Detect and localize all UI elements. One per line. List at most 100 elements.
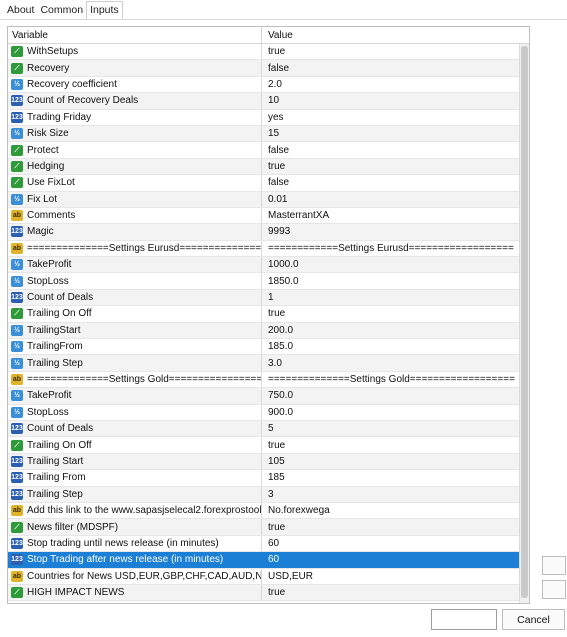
tab-inputs[interactable]: Inputs bbox=[86, 1, 123, 19]
variable-value[interactable]: No.forexwega bbox=[268, 505, 330, 516]
variable-cell[interactable]: ½ TrailingFrom bbox=[8, 339, 262, 355]
variable-cell[interactable]: ⟋ News filter (MDSPF) bbox=[8, 519, 262, 535]
value-cell[interactable]: false bbox=[262, 60, 521, 75]
variable-value[interactable]: 185.0 bbox=[268, 341, 293, 352]
scrollbar-thumb[interactable] bbox=[521, 46, 528, 598]
table-row[interactable]: ½ StopLoss 1850.0 bbox=[8, 273, 521, 290]
variable-cell[interactable]: 123 Trailing Step bbox=[8, 486, 262, 502]
table-row[interactable]: ⟋ WithSetups true bbox=[8, 44, 521, 61]
table-row[interactable]: ⟋ News filter (MDSPF) true bbox=[8, 519, 521, 536]
value-cell[interactable]: true bbox=[262, 437, 521, 452]
value-cell[interactable]: 1 bbox=[262, 290, 521, 305]
table-row[interactable]: 123 Magic 9993 bbox=[8, 224, 521, 241]
value-cell[interactable]: false bbox=[262, 175, 521, 190]
table-row[interactable]: ⟋ Trailing On Off true bbox=[8, 306, 521, 323]
table-row[interactable]: ab ==============Settings Eurusd=========… bbox=[8, 240, 521, 258]
variable-value[interactable]: 185 bbox=[268, 472, 285, 483]
variable-cell[interactable]: ab Comments bbox=[8, 207, 262, 224]
value-cell[interactable]: true bbox=[262, 44, 521, 59]
variable-value[interactable]: 1 bbox=[268, 292, 274, 303]
header-value[interactable]: Value bbox=[262, 27, 529, 43]
variable-cell[interactable]: ½ Trailing Step bbox=[8, 355, 262, 371]
value-cell[interactable]: 15 bbox=[262, 126, 521, 141]
variable-cell[interactable]: ab ==============Settings Eurusd=========… bbox=[8, 240, 262, 257]
variable-cell[interactable]: ab Countries for News USD,EUR,GBP,CHF,CAD… bbox=[8, 568, 262, 584]
value-cell[interactable]: 185.0 bbox=[262, 339, 521, 354]
variable-cell[interactable]: ½ TakeProfit bbox=[8, 388, 262, 404]
variable-cell[interactable]: 123 Count of Recovery Deals bbox=[8, 93, 262, 109]
variable-cell[interactable]: 123 Trailing From bbox=[8, 470, 262, 486]
variable-cell[interactable]: ½ StopLoss bbox=[8, 404, 262, 420]
variable-value[interactable]: 900.0 bbox=[268, 407, 293, 418]
variable-cell[interactable]: ½ Recovery coefficient bbox=[8, 76, 262, 93]
table-row[interactable]: 123 Count of Deals 1 bbox=[8, 289, 521, 307]
table-row[interactable]: 123 Stop Trading after news release (in m… bbox=[8, 552, 521, 569]
tab-about[interactable]: About bbox=[4, 2, 37, 19]
value-cell[interactable]: 5 bbox=[262, 421, 521, 436]
table-row[interactable]: ½ Fix Lot 0.01 bbox=[8, 191, 521, 208]
table-row[interactable]: ⟋ HIGH IMPACT NEWS true bbox=[8, 584, 521, 602]
variable-cell[interactable]: ½ TrailingStart bbox=[8, 322, 262, 339]
variable-value[interactable]: MasterrantXA bbox=[268, 210, 329, 221]
table-row[interactable]: 123 Trailing Start 105 bbox=[8, 453, 521, 471]
value-cell[interactable]: 105 bbox=[262, 454, 521, 469]
variable-cell[interactable]: 123 Trailing Start bbox=[8, 453, 262, 470]
value-cell[interactable]: 1850.0 bbox=[262, 273, 521, 288]
variable-cell[interactable]: ⟋ Trailing On Off bbox=[8, 306, 262, 322]
variable-cell[interactable]: 123 Count of Deals bbox=[8, 420, 262, 437]
value-cell[interactable]: 60 bbox=[262, 536, 521, 551]
value-cell[interactable]: false bbox=[262, 142, 521, 157]
value-cell[interactable]: 2.0 bbox=[262, 77, 521, 92]
side-button-2[interactable] bbox=[542, 580, 566, 599]
variable-value[interactable]: USD,EUR bbox=[268, 571, 313, 582]
variable-cell[interactable]: ⟋ WithSetups bbox=[8, 44, 262, 60]
variable-value[interactable]: 60 bbox=[268, 554, 279, 565]
variable-cell[interactable]: ½ Risk Size bbox=[8, 125, 262, 142]
value-cell[interactable]: true bbox=[262, 306, 521, 321]
variable-value[interactable]: 0.01 bbox=[268, 194, 287, 205]
variable-value[interactable]: 3.0 bbox=[268, 358, 282, 369]
value-cell[interactable]: 60 bbox=[262, 552, 521, 567]
tab-common[interactable]: Common bbox=[37, 2, 86, 19]
cancel-button[interactable]: Cancel bbox=[502, 609, 565, 630]
variable-cell[interactable]: 123 Stop Trading after news release (in m… bbox=[8, 552, 262, 568]
table-row[interactable]: ab Countries for News USD,EUR,GBP,CHF,CAD… bbox=[8, 568, 521, 585]
variable-cell[interactable]: ⟋ Protect bbox=[8, 142, 262, 158]
variable-value[interactable]: false bbox=[268, 145, 289, 156]
variable-cell[interactable]: 123 Count of Deals bbox=[8, 289, 262, 306]
variable-cell[interactable]: ⟋ Trailing On Off bbox=[8, 437, 262, 453]
table-row[interactable]: 123 Trailing From 185 bbox=[8, 470, 521, 487]
vertical-scrollbar[interactable] bbox=[519, 44, 529, 603]
value-cell[interactable]: true bbox=[262, 519, 521, 534]
variable-value[interactable]: false bbox=[268, 177, 289, 188]
value-cell[interactable]: 3 bbox=[262, 487, 521, 502]
value-cell[interactable]: 200.0 bbox=[262, 323, 521, 338]
variable-value[interactable]: true bbox=[268, 161, 285, 172]
variable-value[interactable]: 3 bbox=[268, 489, 274, 500]
table-row[interactable]: ab ==============Settings Gold===========… bbox=[8, 371, 521, 389]
table-row[interactable]: 123 Count of Recovery Deals 10 bbox=[8, 93, 521, 110]
ok-button[interactable] bbox=[431, 609, 497, 630]
variable-cell[interactable]: ½ Fix Lot bbox=[8, 191, 262, 207]
value-cell[interactable]: 750.0 bbox=[262, 388, 521, 403]
variable-value[interactable]: ============Settings Eurusd=============… bbox=[268, 243, 514, 254]
variable-cell[interactable]: ½ StopLoss bbox=[8, 273, 262, 289]
value-cell[interactable]: 185 bbox=[262, 470, 521, 485]
table-row[interactable]: ½ TakeProfit 750.0 bbox=[8, 388, 521, 405]
variable-value[interactable]: 15 bbox=[268, 128, 279, 139]
table-row[interactable]: ½ TakeProfit 1000.0 bbox=[8, 257, 521, 274]
table-row[interactable]: ab Add this link to the www.sapasjselecal… bbox=[8, 502, 521, 520]
variable-value[interactable]: yes bbox=[268, 112, 284, 123]
variable-value[interactable]: true bbox=[268, 440, 285, 451]
value-cell[interactable]: MasterrantXA bbox=[262, 208, 521, 223]
value-cell[interactable]: true bbox=[262, 585, 521, 600]
variable-value[interactable]: true bbox=[268, 587, 285, 598]
value-cell[interactable]: ============Settings Eurusd=============… bbox=[262, 241, 521, 256]
variable-cell[interactable]: 123 Trading Friday bbox=[8, 109, 262, 125]
value-cell[interactable]: yes bbox=[262, 110, 521, 125]
variable-value[interactable]: 750.0 bbox=[268, 390, 293, 401]
value-cell[interactable]: 900.0 bbox=[262, 405, 521, 420]
value-cell[interactable]: 10 bbox=[262, 93, 521, 108]
variable-value[interactable]: false bbox=[268, 63, 289, 74]
value-cell[interactable]: true bbox=[262, 159, 521, 174]
